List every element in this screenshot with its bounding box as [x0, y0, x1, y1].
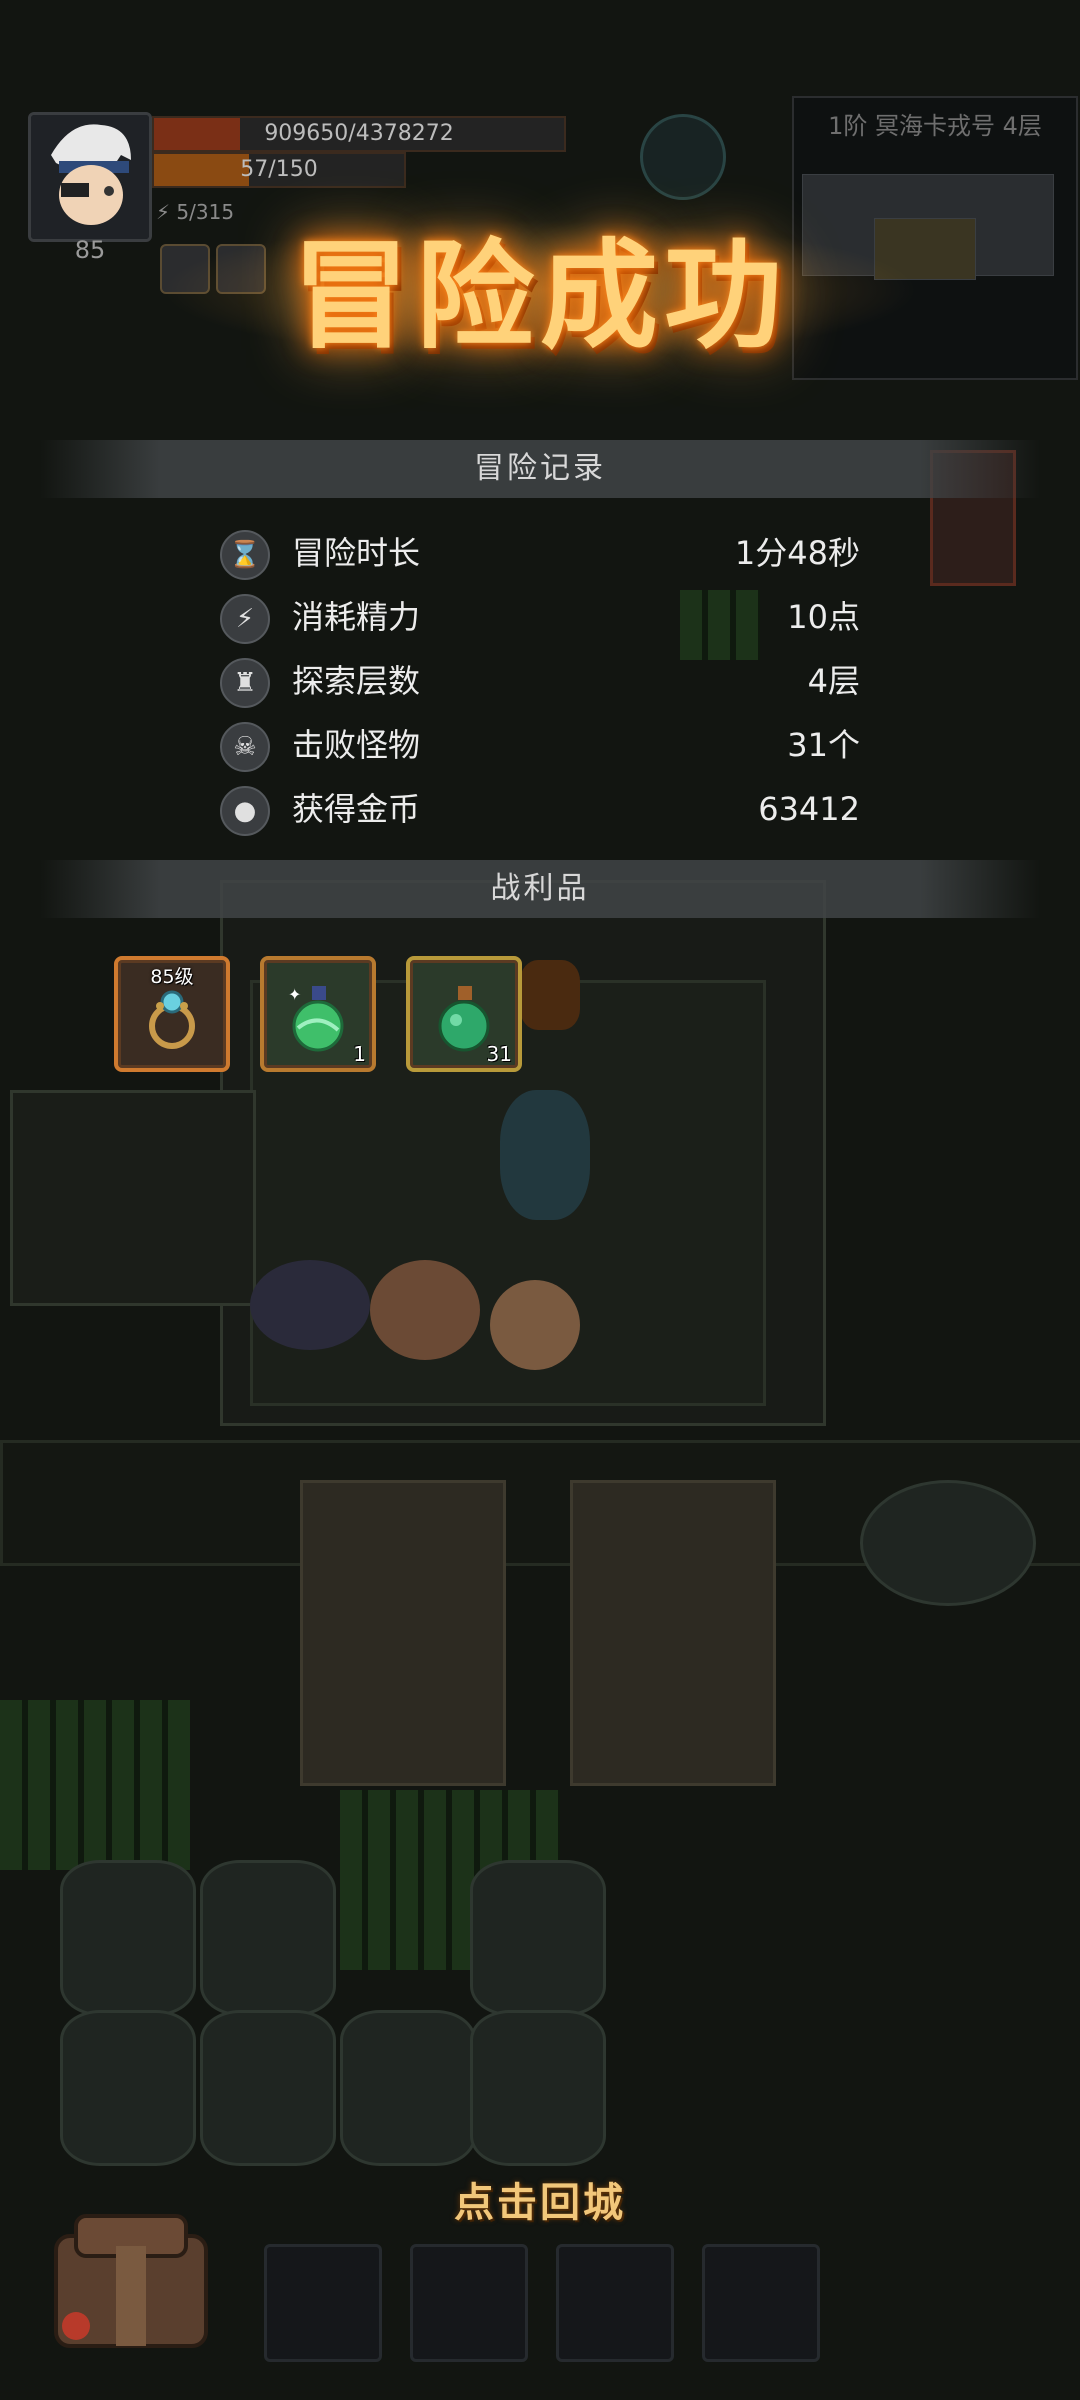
quick-slot-2[interactable] [410, 2244, 528, 2362]
barrel [340, 2010, 476, 2166]
record-label: 冒险时长 [292, 534, 421, 572]
hp-text: 909650/4378272 [264, 121, 454, 146]
record-value: 63412 [758, 790, 860, 828]
barrel [470, 2010, 606, 2166]
hourglass-icon: ⌛ [220, 530, 270, 580]
crate [300, 1480, 506, 1786]
pet-beaver [370, 1260, 480, 1360]
item-count: 31 [486, 1042, 512, 1066]
record-label: 探索层数 [292, 662, 421, 700]
barrel [470, 1860, 606, 2016]
settings-gear-icon[interactable] [640, 114, 726, 200]
tower-icon: ♜ [220, 658, 270, 708]
green-potion-icon: ✦ [288, 985, 344, 1052]
item-count: 1 [353, 1042, 366, 1066]
svg-text:✦: ✦ [288, 985, 301, 1004]
hero-character [500, 1090, 590, 1220]
left-floor [10, 1090, 256, 1306]
loot-item-ring[interactable]: 85级 [114, 956, 230, 1072]
loot-item-flask[interactable]: 31 [406, 956, 522, 1072]
exp-bar: 57/150 [152, 152, 406, 188]
record-value: 4层 [807, 662, 860, 700]
loot-header: 战利品 [40, 860, 1040, 918]
barrel [60, 2010, 196, 2166]
record-header: 冒险记录 [40, 440, 1040, 498]
record-row-duration: ⌛ 冒险时长 1分48秒 [220, 524, 860, 588]
record-label: 消耗精力 [292, 598, 421, 636]
barrel [60, 1860, 196, 2016]
pet-bird [490, 1280, 580, 1370]
quick-slot-3[interactable] [556, 2244, 674, 2362]
record-value: 10点 [787, 598, 860, 636]
record-label: 获得金币 [292, 790, 421, 828]
pet-wolf [250, 1260, 370, 1350]
backpack-icon[interactable] [36, 2206, 226, 2356]
quick-slot-4[interactable] [702, 2244, 820, 2362]
hp-bar: 909650/4378272 [152, 116, 566, 152]
record-value: 1分48秒 [734, 534, 860, 572]
loot-item-potion[interactable]: ✦ 1 [260, 956, 376, 1072]
skull-icon: ☠ [220, 722, 270, 772]
barrel [200, 1860, 336, 2016]
quick-slot-1[interactable] [264, 2244, 382, 2362]
record-row-energy: ⚡ 消耗精力 10点 [220, 588, 860, 652]
record-label: 击败怪物 [292, 726, 421, 764]
crate [570, 1480, 776, 1786]
record-list: ⌛ 冒险时长 1分48秒 ⚡ 消耗精力 10点 ♜ 探索层数 4层 ☠ 击败怪物… [220, 524, 860, 844]
ring-icon [149, 990, 195, 1049]
record-row-floors: ♜ 探索层数 4层 [220, 652, 860, 716]
exp-text: 57/150 [240, 157, 318, 182]
barrel [200, 2010, 336, 2166]
minimap-title: 1阶 冥海卡戎号 4层 [828, 112, 1042, 140]
lightning-icon: ⚡ [220, 594, 270, 644]
record-value: 31个 [787, 726, 860, 764]
grated-window [0, 1700, 190, 1870]
item-level-label: 85级 [150, 966, 194, 988]
coin-icon: ● [220, 786, 270, 836]
tub [860, 1480, 1036, 1606]
record-row-monsters: ☠ 击败怪物 31个 [220, 716, 860, 780]
adventure-success-title: 冒险成功 [291, 226, 788, 365]
enemy-marker [520, 960, 580, 1030]
record-row-gold: ● 获得金币 63412 [220, 780, 860, 844]
